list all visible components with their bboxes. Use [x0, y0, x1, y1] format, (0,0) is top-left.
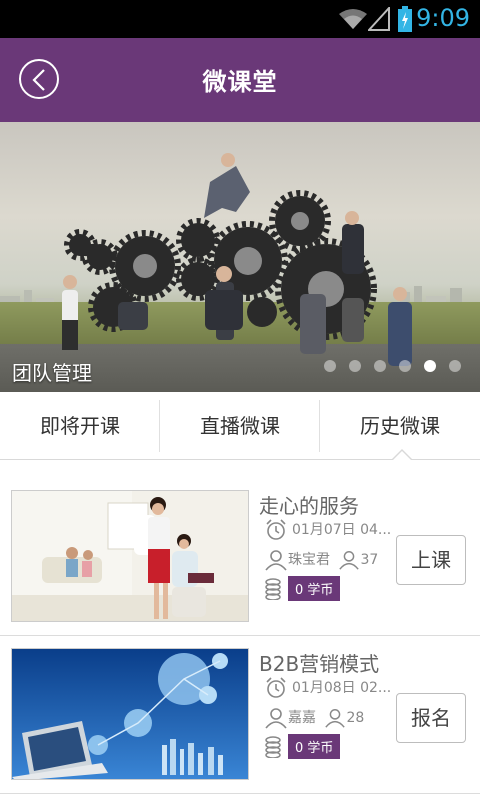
course-date-row: 01月07日 04...: [264, 518, 391, 542]
course-teacher: 珠宝君: [288, 552, 330, 568]
carousel-dot-active[interactable]: [424, 360, 436, 372]
course-item[interactable]: 走心的服务 01月07日 04... 珠宝君 37 0 学币 上课: [0, 478, 480, 636]
attendee-icon: [325, 709, 346, 728]
course-coin-row: 0 学币: [264, 734, 341, 759]
alarm-clock-icon: [266, 519, 286, 540]
banner-carousel[interactable]: 团队管理: [0, 122, 480, 392]
carousel-dot[interactable]: [324, 360, 336, 372]
carousel-dot[interactable]: [374, 360, 386, 372]
carousel-dot[interactable]: [449, 360, 461, 372]
status-time: 9:09: [416, 4, 470, 32]
carousel-dot[interactable]: [399, 360, 411, 372]
course-coin-row: 0 学币: [264, 576, 341, 601]
signal-icon: [368, 7, 390, 31]
course-date-row: 01月08日 02...: [264, 676, 391, 700]
banner-caption: 团队管理: [12, 361, 92, 385]
coins-icon: [265, 735, 281, 759]
course-item[interactable]: B2B营销模式 01月08日 02... 嘉嘉 28 0 学币 报名: [0, 636, 480, 794]
status-bar: 9:09: [0, 0, 480, 38]
app-header: 微课堂: [0, 38, 480, 122]
course-date: 01月07日 04...: [292, 522, 392, 538]
course-meta-row: 珠宝君 37: [264, 548, 378, 572]
coins-icon: [265, 577, 281, 601]
carousel-dot[interactable]: [349, 360, 361, 372]
course-meta-row: 嘉嘉 28: [264, 706, 364, 730]
course-attendees: 37: [360, 552, 379, 568]
attendee-icon: [339, 551, 360, 570]
gears-illustration: [62, 153, 412, 366]
course-title: 走心的服务: [259, 494, 359, 518]
alarm-clock-icon: [266, 677, 286, 698]
user-icon: [265, 708, 287, 729]
course-coin-badge: 0 学币: [288, 576, 341, 601]
course-attendees: 28: [346, 710, 365, 726]
battery-icon: [398, 6, 412, 32]
list-divider: [0, 793, 480, 794]
tab-upcoming[interactable]: 即将开课: [0, 392, 160, 460]
tab-selected-indicator-fill: [393, 451, 411, 460]
course-coin-badge: 0 学币: [288, 734, 341, 759]
course-thumbnail: [11, 648, 249, 780]
course-title: B2B营销模式: [259, 652, 380, 676]
tab-live[interactable]: 直播微课: [160, 392, 320, 460]
course-thumbnail: [11, 490, 249, 622]
attend-class-button[interactable]: 上课: [396, 535, 466, 585]
wifi-icon: [339, 9, 367, 29]
user-icon: [265, 550, 287, 571]
enroll-button[interactable]: 报名: [396, 693, 466, 743]
course-date: 01月08日 02...: [292, 680, 392, 696]
page-title: 微课堂: [202, 68, 278, 96]
course-teacher: 嘉嘉: [288, 710, 316, 726]
